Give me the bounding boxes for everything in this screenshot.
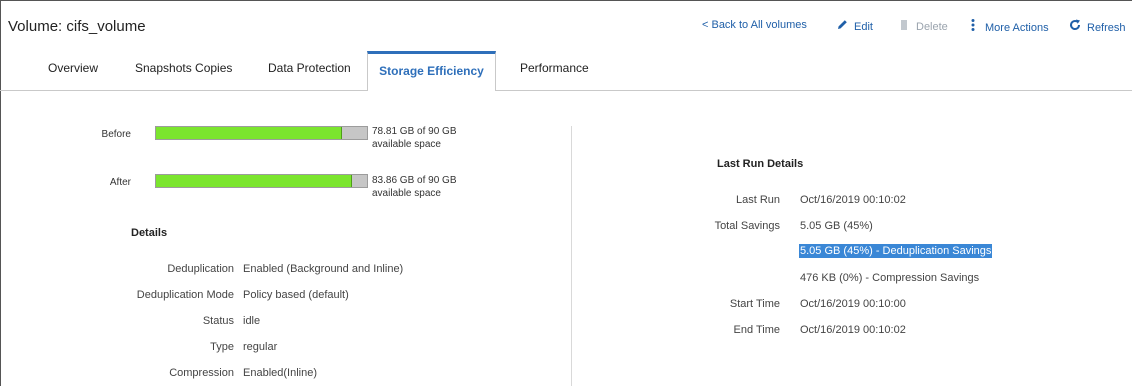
after-label: After — [109, 177, 131, 188]
detail-value-deduplication: Enabled (Background and Inline) — [243, 263, 404, 275]
detail-label-status: Status — [202, 315, 234, 327]
before-used-fill — [156, 127, 342, 139]
after-space-caption: available space — [372, 188, 441, 199]
tab-storage-efficiency[interactable]: Storage Efficiency — [367, 51, 496, 91]
before-space-text: 78.81 GB of 90 GB available space — [372, 125, 457, 151]
tab-data-protection[interactable]: Data Protection — [268, 61, 351, 75]
before-space-caption: available space — [372, 139, 441, 150]
before-label: Before — [101, 129, 131, 140]
dedup-savings-value: 5.05 GB (45%) - Deduplication Savings — [799, 244, 993, 258]
detail-label-type: Type — [210, 341, 234, 353]
detail-value-deduplication-mode: Policy based (default) — [243, 289, 349, 301]
start-time-value: Oct/16/2019 00:10:00 — [800, 298, 906, 310]
start-time-label: Start Time — [729, 298, 780, 310]
detail-value-type: regular — [243, 341, 278, 353]
edit-label: Edit — [854, 21, 873, 33]
before-space-bar — [155, 126, 368, 140]
page-title: Volume: cifs_volume — [8, 18, 146, 35]
after-space-bar — [155, 174, 368, 188]
last-run-label: Last Run — [735, 194, 780, 206]
after-space-amount: 83.86 GB of 90 GB — [372, 175, 457, 186]
delete-button[interactable]: Delete — [898, 19, 948, 33]
detail-value-compression: Enabled(Inline) — [243, 367, 317, 379]
pencil-icon — [836, 19, 848, 33]
tab-performance[interactable]: Performance — [520, 61, 589, 75]
total-savings-label: Total Savings — [714, 220, 780, 232]
end-time-label: End Time — [733, 324, 780, 336]
detail-label-compression: Compression — [169, 367, 234, 379]
tab-snapshots-copies[interactable]: Snapshots Copies — [135, 61, 232, 75]
compression-savings-value: 476 KB (0%) - Compression Savings — [800, 272, 980, 284]
before-space-amount: 78.81 GB of 90 GB — [372, 126, 457, 137]
trash-icon — [898, 19, 910, 33]
more-actions-label: More Actions — [985, 22, 1049, 34]
detail-label-deduplication-mode: Deduplication Mode — [136, 289, 234, 301]
detail-value-status: idle — [243, 315, 261, 327]
tab-overview[interactable]: Overview — [48, 61, 98, 75]
edit-button[interactable]: Edit — [836, 19, 873, 33]
last-run-value: Oct/16/2019 00:10:02 — [800, 194, 906, 206]
dedup-savings-highlight: 5.05 GB (45%) - Deduplication Savings — [799, 244, 993, 258]
details-heading: Details — [131, 227, 168, 239]
delete-label: Delete — [916, 21, 948, 33]
detail-label-deduplication: Deduplication — [167, 263, 234, 275]
back-to-volumes-link[interactable]: < Back to All volumes — [702, 19, 807, 31]
after-space-text: 83.86 GB of 90 GB available space — [372, 174, 457, 200]
total-savings-value: 5.05 GB (45%) — [800, 220, 873, 232]
refresh-icon — [1069, 19, 1081, 34]
tab-divider — [0, 90, 1132, 91]
end-time-value: Oct/16/2019 00:10:02 — [800, 324, 906, 336]
refresh-label: Refresh — [1087, 22, 1126, 34]
more-actions-button[interactable]: More Actions — [967, 19, 1049, 34]
after-used-fill — [156, 175, 353, 187]
refresh-button[interactable]: Refresh — [1069, 19, 1126, 34]
vertical-dots-icon — [967, 19, 979, 34]
last-run-heading: Last Run Details — [717, 158, 804, 170]
column-divider — [571, 126, 572, 386]
tab-bar: Overview Snapshots Copies Data Protectio… — [0, 51, 1132, 91]
